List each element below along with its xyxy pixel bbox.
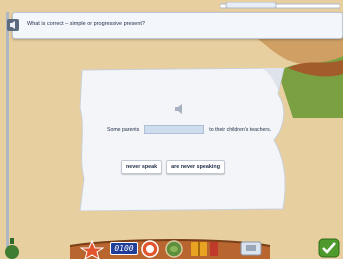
speaker-icon[interactable] <box>7 19 19 31</box>
globe-icon[interactable] <box>164 240 184 258</box>
scene: What is correct – simple or progressive … <box>0 0 343 259</box>
left-rail <box>6 12 9 252</box>
bottle-icon[interactable] <box>4 238 20 259</box>
folder-icon[interactable] <box>240 240 262 256</box>
question-text: What is correct – simple or progressive … <box>27 21 145 27</box>
sentence-start: Some parents <box>107 127 140 133</box>
top-rail <box>220 2 340 9</box>
book-icon[interactable] <box>190 240 208 258</box>
timer-icon[interactable] <box>141 240 159 258</box>
answer-options: never speak are never speaking <box>121 160 226 174</box>
option-never-speak[interactable]: never speak <box>121 160 163 174</box>
score-counter: 0100 <box>110 242 138 255</box>
exercise-card <box>79 68 286 211</box>
checkmark-icon[interactable] <box>318 238 340 258</box>
star-icon[interactable] <box>80 240 104 259</box>
exercise-sentence: Some parents to their children's teachers… <box>107 124 277 136</box>
audio-speaker-icon[interactable] <box>174 104 186 114</box>
notes-icon[interactable] <box>210 242 218 256</box>
answer-blank[interactable] <box>144 125 205 135</box>
option-are-never-speaking[interactable]: are never speaking <box>166 160 226 174</box>
question-banner: What is correct – simple or progressive … <box>7 12 343 39</box>
sentence-end: to their children's teachers. <box>209 127 272 133</box>
